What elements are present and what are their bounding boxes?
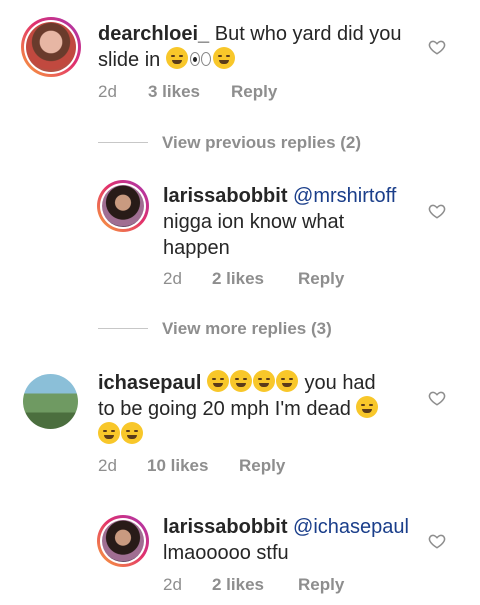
reply-button[interactable]: Reply — [239, 456, 285, 476]
view-replies-divider — [98, 328, 148, 329]
heart-outline-icon[interactable] — [428, 38, 446, 56]
comment-meta: 2d 3 likes Reply — [98, 82, 277, 102]
reply-larissabobbit-1: larissabobbit @mrshirtoff nigga ion know… — [0, 170, 480, 295]
eyes-emoji — [189, 49, 213, 69]
comment-time: 2d — [163, 269, 182, 288]
laughing-emoji — [356, 396, 379, 418]
reply-button[interactable]: Reply — [298, 269, 344, 289]
comment-username[interactable]: ichasepaul — [98, 372, 201, 394]
comment-username[interactable]: larissabobbit — [163, 185, 287, 207]
comment-username[interactable]: dearchloei_ — [98, 23, 209, 45]
laughing-emoji — [121, 422, 143, 444]
likes-count[interactable]: 3 likes — [148, 82, 231, 102]
likes-count[interactable]: 2 likes — [212, 575, 298, 595]
mention-link[interactable]: @ichasepaul — [287, 516, 409, 538]
comment-text: larissabobbit @ichasepaul lmaooooo stfu — [163, 514, 433, 566]
comment-text: ichasepaul you had to be going 20 mph I'… — [98, 370, 418, 448]
comment-meta: 2d 10 likes Reply — [98, 456, 285, 476]
view-previous-replies[interactable]: View previous replies (2) — [162, 133, 361, 153]
comment-body-line2: slide in — [98, 49, 166, 71]
reply-larissabobbit-2: larissabobbit @ichasepaul lmaooooo stfu … — [0, 505, 480, 605]
laughing-emoji — [98, 422, 120, 444]
comment-ichasepaul: ichasepaul you had to be going 20 mph I'… — [0, 360, 480, 485]
heart-outline-icon[interactable] — [428, 532, 446, 550]
comment-body-line2: happen — [163, 237, 230, 259]
avatar[interactable] — [21, 17, 81, 77]
comment-body-line2: to be going 20 mph I'm dead — [98, 398, 357, 420]
likes-count[interactable]: 2 likes — [212, 269, 298, 289]
view-replies-divider — [98, 142, 148, 143]
laughing-emoji — [206, 370, 229, 392]
likes-count[interactable]: 10 likes — [147, 456, 239, 476]
comment-username[interactable]: larissabobbit — [163, 516, 287, 538]
avatar[interactable] — [97, 180, 149, 232]
avatar[interactable] — [97, 515, 149, 567]
avatar[interactable] — [23, 374, 78, 429]
comment-body-line1: you had — [298, 372, 376, 394]
comment-meta: 2d 2 likes Reply — [163, 269, 344, 289]
mention-link[interactable]: @mrshirtoff — [287, 185, 396, 207]
view-more-replies[interactable]: View more replies (3) — [162, 319, 332, 339]
comment-text: larissabobbit @mrshirtoff nigga ion know… — [163, 183, 433, 261]
comment-dearchloei: dearchloei_ But who yard did you slide i… — [0, 0, 480, 110]
laughing-emoji — [229, 370, 252, 392]
comment-text: dearchloei_ But who yard did you slide i… — [98, 21, 428, 73]
comment-time: 2d — [98, 82, 117, 101]
comment-body-line1: lmaooooo stfu — [163, 542, 289, 564]
laughing-emoji — [275, 370, 298, 392]
comment-time: 2d — [98, 456, 117, 475]
comment-time: 2d — [163, 575, 182, 594]
reply-button[interactable]: Reply — [298, 575, 344, 595]
laughing-emoji — [252, 370, 275, 392]
reply-button[interactable]: Reply — [231, 82, 277, 102]
laughing-emoji — [212, 47, 235, 69]
heart-outline-icon[interactable] — [428, 389, 446, 407]
weary-face-emoji — [165, 47, 188, 69]
comment-body-line1: But who yard did you — [209, 23, 402, 45]
comment-meta: 2d 2 likes Reply — [163, 575, 344, 595]
comment-body-line1: nigga ion know what — [163, 211, 345, 233]
heart-outline-icon[interactable] — [428, 202, 446, 220]
